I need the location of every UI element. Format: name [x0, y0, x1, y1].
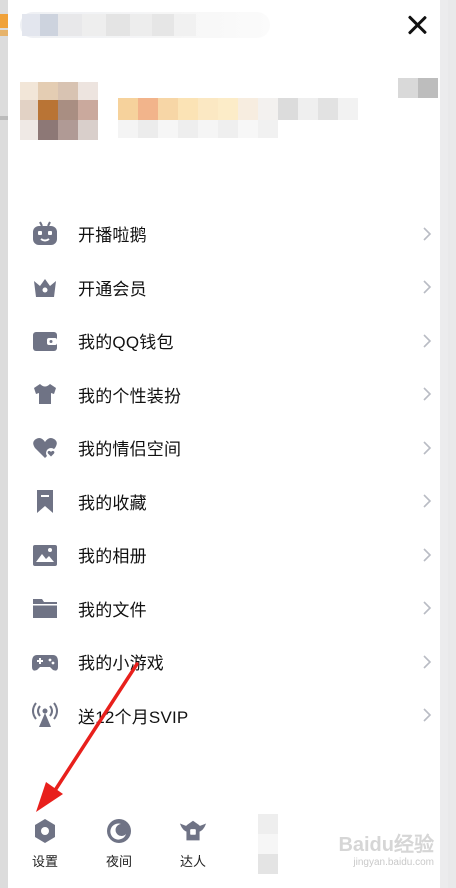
expert-button[interactable]: 达人	[165, 816, 221, 870]
menu-item-label: 开通会员	[78, 279, 147, 299]
settings-label: 设置	[31, 854, 58, 869]
shirt-icon	[30, 379, 60, 409]
menu-item-label: 开播啦鹅	[78, 226, 147, 246]
menu-item-theme[interactable]: 我的个性装扮	[8, 368, 448, 422]
drawer-menu: 开播啦鹅 开通会员 我的QQ钱包 我的个性装扮 我的情侣空间 我的收藏 我的相册…	[8, 207, 448, 742]
menu-item-label: 送12个月SVIP	[78, 707, 189, 727]
chevron-right-icon	[422, 493, 432, 509]
settings-icon	[30, 816, 60, 846]
blurred-nickname	[118, 98, 358, 120]
bookmark-icon	[30, 486, 60, 516]
moon-icon	[104, 816, 134, 846]
night-mode-button[interactable]: 夜间	[91, 816, 147, 870]
menu-item-label: 我的文件	[78, 600, 147, 620]
menu-item-live[interactable]: 开播啦鹅	[8, 207, 448, 261]
background-divider	[0, 116, 8, 120]
blurred-badge	[398, 78, 438, 98]
baidu-watermark: Baidu经验 jingyan.baidu.com	[338, 828, 434, 868]
chevron-right-icon	[422, 386, 432, 402]
menu-item-label: 我的小游戏	[78, 654, 164, 674]
menu-item-label: 我的QQ钱包	[78, 333, 174, 353]
watermark-url: jingyan.baidu.com	[353, 857, 434, 868]
menu-item-vip[interactable]: 开通会员	[8, 261, 448, 315]
background-tab	[0, 30, 8, 36]
menu-item-files[interactable]: 我的文件	[8, 582, 448, 636]
winged-badge-icon	[178, 816, 208, 846]
heart-icon	[30, 433, 60, 463]
signal-tower-icon	[30, 700, 60, 730]
menu-item-label: 我的情侣空间	[78, 440, 182, 460]
menu-item-games[interactable]: 我的小游戏	[8, 635, 448, 689]
chevron-right-icon	[422, 333, 432, 349]
watermark-brand: Baidu经验	[338, 834, 434, 856]
gamepad-icon	[30, 647, 60, 677]
background-app-strip	[0, 0, 8, 888]
crown-icon	[30, 272, 60, 302]
chevron-right-icon	[422, 547, 432, 563]
chevron-right-icon	[422, 226, 432, 242]
chevron-right-icon	[422, 279, 432, 295]
expert-label: 达人	[179, 854, 206, 869]
wallet-icon	[30, 326, 60, 356]
side-drawer: 开播啦鹅 开通会员 我的QQ钱包 我的个性装扮 我的情侣空间 我的收藏 我的相册…	[8, 0, 448, 888]
blurred-profile-avatar[interactable]	[20, 82, 98, 140]
menu-item-label: 我的收藏	[78, 493, 147, 513]
menu-item-couple[interactable]: 我的情侣空间	[8, 421, 448, 475]
chevron-right-icon	[422, 654, 432, 670]
night-mode-label: 夜间	[105, 854, 132, 869]
chevron-right-icon	[422, 707, 432, 723]
menu-item-wallet[interactable]: 我的QQ钱包	[8, 314, 448, 368]
close-icon[interactable]	[404, 12, 430, 38]
blurred-signature	[118, 120, 278, 138]
background-tab	[0, 14, 8, 28]
menu-item-svip-gift[interactable]: 送12个月SVIP	[8, 689, 448, 743]
chevron-right-icon	[422, 600, 432, 616]
blurred-avatar-small	[22, 14, 196, 36]
menu-item-label: 我的相册	[78, 547, 147, 567]
menu-item-label: 我的个性装扮	[78, 386, 182, 406]
menu-item-album[interactable]: 我的相册	[8, 528, 448, 582]
settings-button[interactable]: 设置	[17, 816, 73, 870]
blurred-bottom-item	[258, 814, 278, 874]
menu-item-favorites[interactable]: 我的收藏	[8, 475, 448, 529]
live-tv-icon	[30, 219, 60, 249]
chevron-right-icon	[422, 440, 432, 456]
folder-icon	[30, 593, 60, 623]
photo-album-icon	[30, 540, 60, 570]
